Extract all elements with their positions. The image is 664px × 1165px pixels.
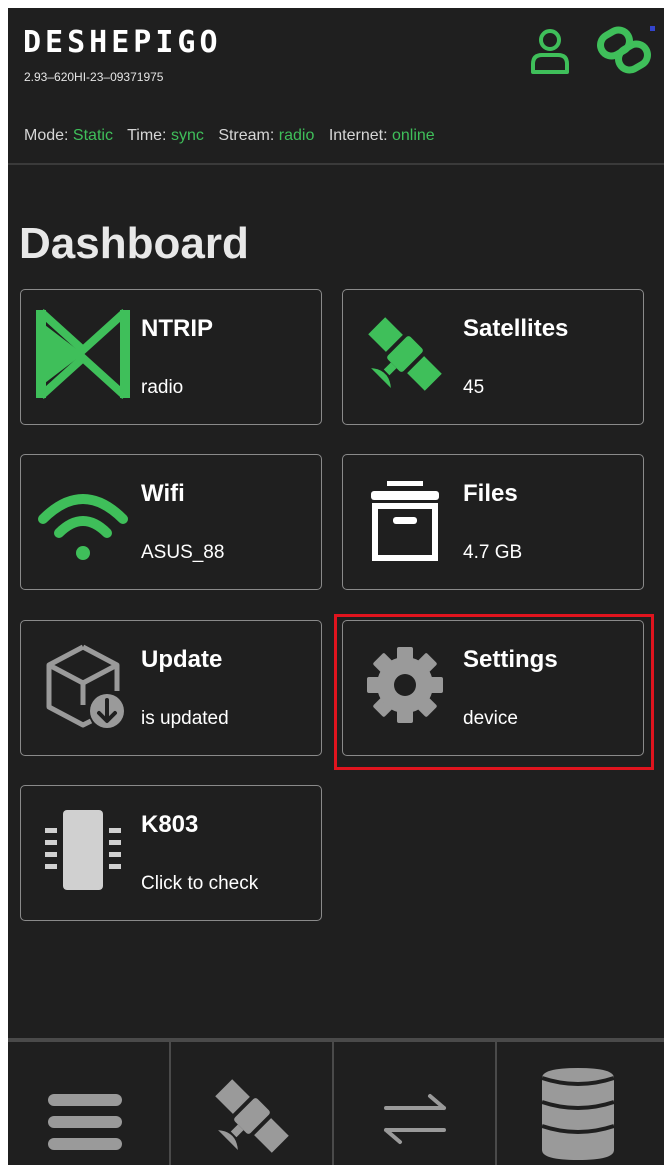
status-internet: Internet: online bbox=[329, 127, 435, 144]
card-title: Satellites bbox=[463, 315, 569, 342]
archive-icon bbox=[371, 481, 439, 561]
card-ntrip[interactable]: NTRIP radio bbox=[20, 289, 322, 425]
database-icon bbox=[541, 1068, 615, 1160]
page-title: Dashboard bbox=[19, 219, 249, 268]
card-k803[interactable]: K803 Click to check bbox=[20, 785, 322, 921]
link-icon[interactable] bbox=[596, 22, 656, 78]
status-time-label: Time: bbox=[127, 127, 167, 144]
card-satellites[interactable]: Satellites 45 bbox=[342, 289, 644, 425]
status-internet-label: Internet: bbox=[328, 127, 388, 144]
wifi-icon bbox=[38, 494, 128, 560]
status-mode-label: Mode: bbox=[24, 127, 69, 144]
status-stream-value: radio bbox=[278, 127, 315, 144]
nav-satellites-button[interactable] bbox=[171, 1042, 334, 1165]
bottom-nav bbox=[8, 1038, 664, 1165]
status-stream: Stream: radio bbox=[218, 127, 314, 144]
chip-icon bbox=[45, 810, 121, 890]
card-title: Wifi bbox=[141, 480, 185, 507]
status-time: Time: sync bbox=[127, 127, 204, 144]
card-value: 4.7 GB bbox=[463, 542, 523, 563]
satellite-icon bbox=[215, 1079, 289, 1153]
satellite-icon bbox=[368, 317, 442, 391]
menu-icon bbox=[48, 1094, 122, 1150]
header: DESHEPIGO 2.93–620HI-23–09371975 Mode: S… bbox=[8, 8, 664, 165]
status-bar: Mode: Static Time: sync Stream: radio In… bbox=[24, 126, 445, 146]
card-title: NTRIP bbox=[141, 315, 213, 342]
card-value: Click to check bbox=[141, 873, 259, 894]
status-internet-value: online bbox=[391, 127, 435, 144]
card-title: Files bbox=[463, 480, 518, 507]
update-package-icon bbox=[46, 644, 124, 728]
app-screen: DESHEPIGO 2.93–620HI-23–09371975 Mode: S… bbox=[8, 8, 664, 1165]
card-value: is updated bbox=[141, 708, 229, 729]
status-mode-value: Static bbox=[72, 127, 113, 144]
transfer-arrows-icon bbox=[384, 1094, 446, 1144]
status-time-value: sync bbox=[170, 127, 204, 144]
nav-menu-button[interactable] bbox=[8, 1042, 171, 1165]
gear-icon bbox=[367, 647, 443, 723]
device-serial: 2.93–620HI-23–09371975 bbox=[24, 70, 164, 84]
card-value: 45 bbox=[463, 377, 485, 398]
ntrip-icon bbox=[36, 309, 130, 399]
brand-logo: DESHEPIGO bbox=[23, 25, 222, 60]
card-title: K803 bbox=[141, 811, 199, 838]
card-title: Settings bbox=[463, 646, 558, 673]
card-update[interactable]: Update is updated bbox=[20, 620, 322, 756]
card-files[interactable]: Files 4.7 GB bbox=[342, 454, 644, 590]
card-wifi[interactable]: Wifi ASUS_88 bbox=[20, 454, 322, 590]
card-title: Update bbox=[141, 646, 223, 673]
card-value: ASUS_88 bbox=[141, 542, 225, 563]
nav-database-button[interactable] bbox=[497, 1042, 660, 1165]
card-settings[interactable]: Settings device bbox=[342, 620, 644, 756]
nav-transfer-button[interactable] bbox=[334, 1042, 497, 1165]
status-mode: Mode: Static bbox=[24, 127, 113, 144]
user-icon[interactable] bbox=[530, 28, 570, 74]
card-value: radio bbox=[141, 377, 184, 398]
status-stream-label: Stream: bbox=[218, 127, 275, 144]
card-value: device bbox=[463, 708, 518, 729]
